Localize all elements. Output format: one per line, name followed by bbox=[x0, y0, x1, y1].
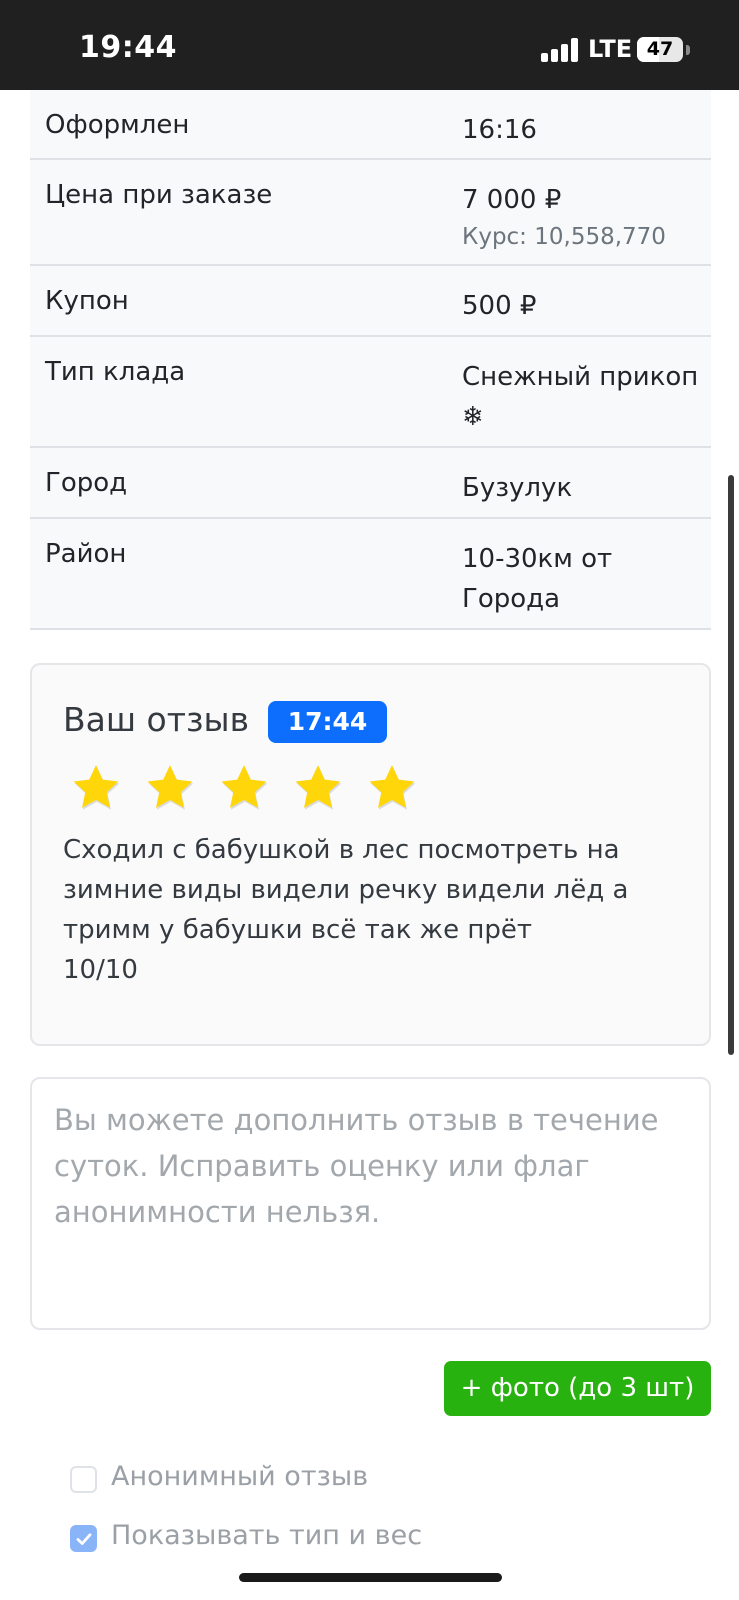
detail-row-district: Район 10-30км от Города bbox=[30, 519, 711, 630]
add-photo-button[interactable]: + фото (до 3 шт) bbox=[444, 1361, 711, 1416]
review-text: Сходил с бабушкой в лес посмотреть на зи… bbox=[63, 835, 629, 985]
detail-row-coupon: Купон 500 ₽ bbox=[30, 266, 711, 337]
signal-icon bbox=[541, 38, 579, 62]
detail-row-created: Оформлен 16:16 bbox=[30, 90, 711, 160]
battery-percent: 47 bbox=[646, 38, 674, 60]
review-title: Ваш отзыв bbox=[63, 700, 250, 739]
anonymous-checkbox[interactable] bbox=[70, 1466, 97, 1493]
detail-value: Бузулук bbox=[462, 473, 573, 503]
detail-row-city: Город Бузулук bbox=[30, 448, 711, 519]
detail-row-stash-type: Тип клада Снежный прикоп ❄ bbox=[30, 337, 711, 448]
star-rating bbox=[68, 760, 468, 820]
exchange-rate: Курс: 10,558,770 bbox=[462, 224, 666, 250]
review-addendum-input[interactable] bbox=[30, 1077, 711, 1330]
scrollbar[interactable] bbox=[728, 475, 734, 1055]
show-type-weight-label[interactable]: Показывать тип и вес bbox=[111, 1520, 422, 1551]
detail-value: 500 ₽ bbox=[462, 291, 537, 321]
star-icon bbox=[221, 765, 268, 810]
status-time: 19:44 bbox=[79, 30, 177, 65]
status-bar: 19:44 LTE 47 bbox=[0, 0, 739, 90]
detail-label: Купон bbox=[45, 286, 129, 316]
star-icon bbox=[73, 765, 120, 810]
detail-label: Цена при заказе bbox=[45, 180, 273, 210]
price-value: 7 000 ₽ bbox=[462, 185, 562, 215]
order-details-table: Оформлен 16:16 Цена при заказе 7 000 ₽ К… bbox=[30, 90, 711, 630]
anonymous-label[interactable]: Анонимный отзыв bbox=[111, 1461, 368, 1492]
detail-label: Район bbox=[45, 539, 127, 569]
detail-label: Оформлен bbox=[45, 110, 190, 140]
star-icon bbox=[295, 765, 342, 810]
detail-label: Город bbox=[45, 468, 128, 498]
show-type-weight-checkbox[interactable] bbox=[70, 1525, 97, 1552]
check-icon bbox=[76, 1533, 92, 1545]
network-type: LTE bbox=[588, 35, 633, 63]
detail-row-price: Цена при заказе 7 000 ₽ Курс: 10,558,770 bbox=[30, 160, 711, 266]
detail-value: 10-30км от Города bbox=[462, 544, 613, 614]
detail-value: Снежный прикоп ❄ bbox=[462, 362, 699, 432]
home-indicator[interactable] bbox=[239, 1573, 502, 1582]
star-icon bbox=[147, 765, 194, 810]
detail-value-group: 7 000 ₽ Курс: 10,558,770 bbox=[462, 180, 702, 254]
detail-label: Тип клада bbox=[45, 357, 186, 387]
review-card: Ваш отзыв 17:44 Сходил с бабушкой в лес … bbox=[30, 663, 711, 1046]
detail-value: 16:16 bbox=[462, 115, 537, 145]
battery-tip bbox=[686, 45, 690, 55]
star-icon bbox=[369, 765, 416, 810]
review-time-badge: 17:44 bbox=[268, 701, 387, 743]
battery-icon: 47 bbox=[637, 37, 683, 62]
